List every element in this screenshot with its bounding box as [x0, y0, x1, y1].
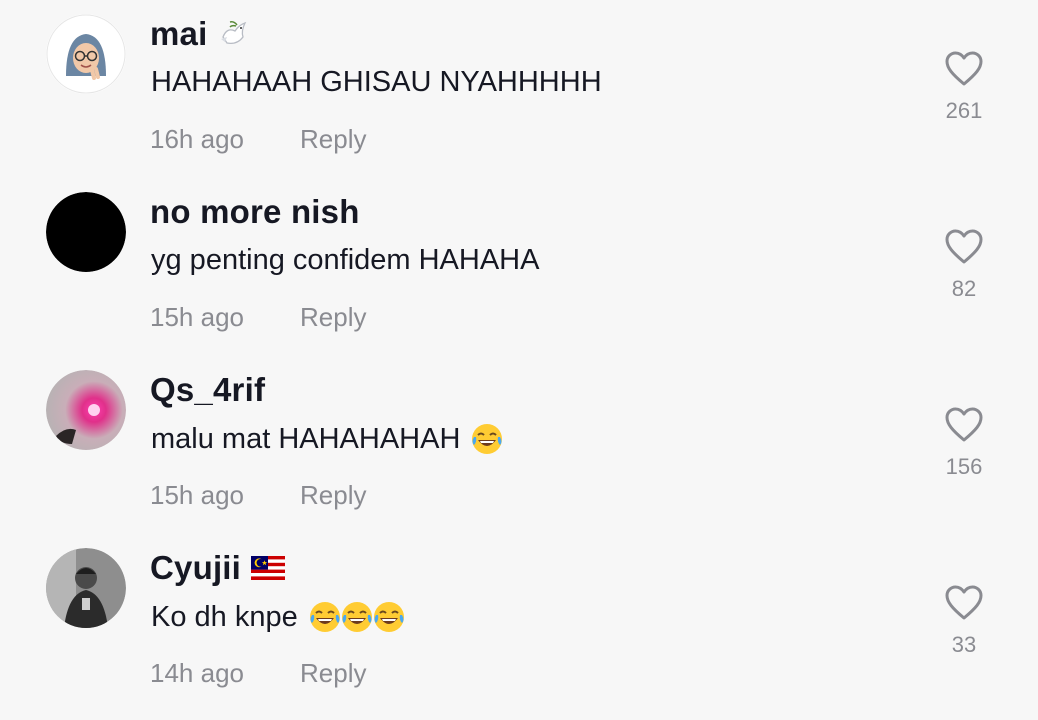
comment-text: HAHAHAAH GHISAU NYAHHHHH: [151, 66, 602, 99]
reply-button[interactable]: Reply: [300, 124, 366, 155]
heart-icon[interactable]: [944, 406, 984, 444]
username[interactable]: Cyujii: [150, 549, 241, 587]
heart-icon[interactable]: [944, 584, 984, 622]
comment-list: mai HAHAHAAH GHISAU NYAHHHHH 16h ago Rep…: [0, 0, 1038, 720]
tears-of-joy-emoji: [472, 424, 503, 454]
username-row: Cyujii: [150, 546, 286, 590]
like-count: 261: [945, 98, 983, 123]
comment-item: Qs_4rif malu mat HAHAHAHAH 15h ago Reply: [0, 356, 1038, 534]
username-row: Qs_4rif: [150, 368, 265, 412]
avatar[interactable]: [46, 14, 126, 94]
comment-item: Cyujii Ko dh knpe 14h ago Reply 33: [0, 534, 1038, 712]
avatar[interactable]: [46, 192, 126, 272]
comment-meta: 16h ago Reply: [150, 124, 366, 155]
reply-button[interactable]: Reply: [300, 302, 366, 333]
comment-body: Ko dh knpe: [151, 600, 298, 633]
emoji-group: [308, 600, 404, 634]
malaysia-flag-icon: [251, 556, 286, 580]
username[interactable]: no more nish: [150, 193, 360, 231]
heart-icon[interactable]: [944, 228, 984, 266]
comment-item: no more nish yg penting confidem HAHAHA …: [0, 178, 1038, 356]
comment-meta: 15h ago Reply: [150, 480, 366, 511]
tears-of-joy-emoji: [341, 602, 372, 632]
timestamp: 14h ago: [150, 658, 244, 688]
comment-body: HAHAHAAH GHISAU NYAHHHHH: [151, 66, 602, 98]
comment-body: yg penting confidem HAHAHA: [151, 244, 540, 276]
like-box: 156: [924, 406, 1004, 480]
avatar[interactable]: [46, 370, 126, 450]
tears-of-joy-emoji: [373, 602, 404, 632]
timestamp: 16h ago: [150, 124, 244, 154]
comment-text: Ko dh knpe: [151, 600, 404, 634]
like-box: 33: [924, 584, 1004, 658]
heart-icon[interactable]: [944, 50, 984, 88]
reply-button[interactable]: Reply: [300, 658, 366, 689]
comment-text: yg penting confidem HAHAHA: [151, 244, 539, 277]
like-count: 82: [951, 276, 977, 301]
like-box: 82: [924, 228, 1004, 302]
like-box: 261: [924, 50, 1004, 124]
comment-item: mai HAHAHAAH GHISAU NYAHHHHH 16h ago Rep…: [0, 0, 1038, 178]
like-count: 33: [951, 632, 977, 657]
like-count: 156: [945, 454, 983, 479]
comment-meta: 14h ago Reply: [150, 658, 366, 689]
comment-text: malu mat HAHAHAHAH: [151, 422, 503, 456]
dove-icon: [217, 17, 251, 51]
username[interactable]: mai: [150, 15, 207, 53]
comment-meta: 15h ago Reply: [150, 302, 366, 333]
timestamp: 15h ago: [150, 302, 244, 332]
username-row: mai: [150, 12, 251, 56]
emoji-group: [470, 422, 503, 456]
username-row: no more nish: [150, 190, 360, 234]
tears-of-joy-emoji: [309, 602, 340, 632]
username[interactable]: Qs_4rif: [150, 371, 265, 409]
comment-body: malu mat HAHAHAHAH: [151, 422, 461, 455]
reply-button[interactable]: Reply: [300, 480, 366, 511]
timestamp: 15h ago: [150, 480, 244, 510]
avatar[interactable]: [46, 548, 126, 628]
